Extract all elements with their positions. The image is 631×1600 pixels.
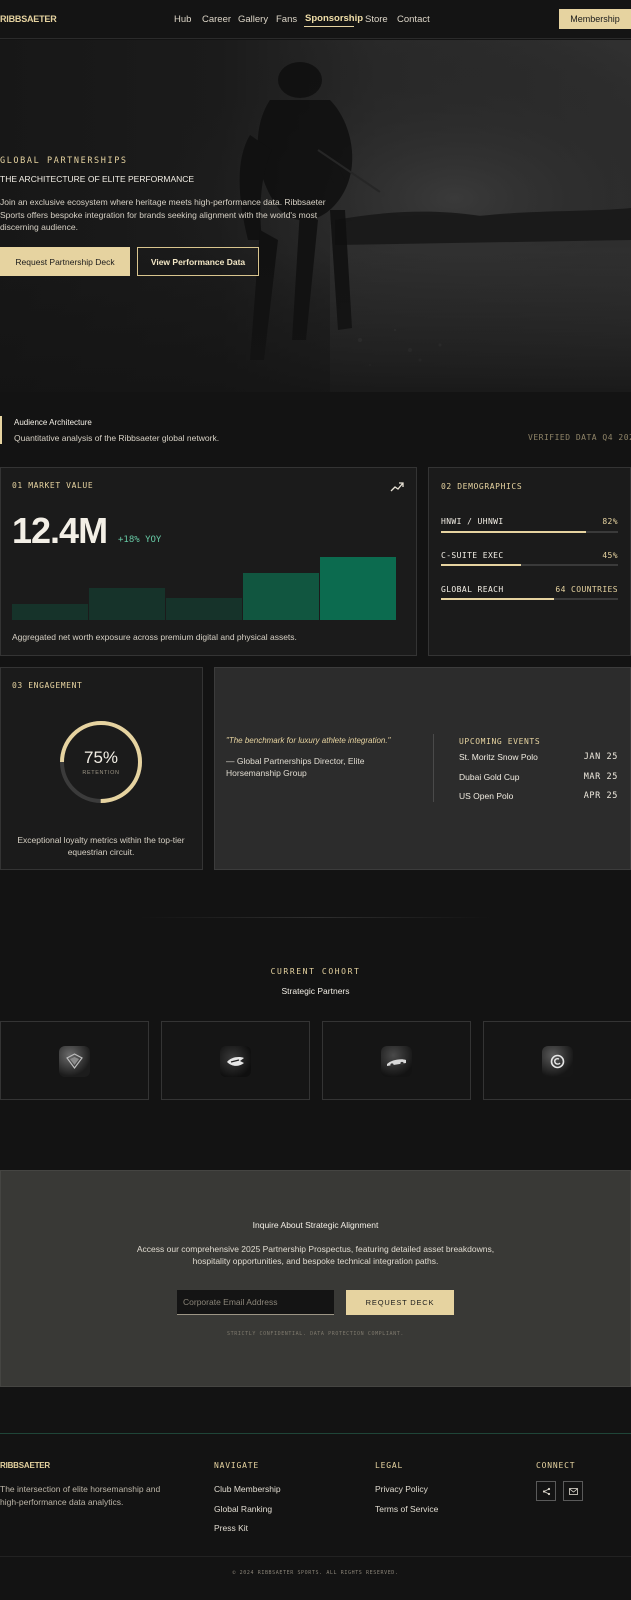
hero-title: THE ARCHITECTURE OF ELITE PERFORMANCE (0, 174, 195, 184)
retention-label: RETENTION (82, 770, 120, 776)
demo-row-label-csuite: C-SUITE EXEC (441, 551, 504, 560)
confidential-note: STRICTLY CONFIDENTIAL. DATA PROTECTION C… (227, 1331, 404, 1337)
nav-link-contact[interactable]: Contact (397, 14, 430, 25)
view-performance-data-button[interactable]: View Performance Data (137, 247, 259, 276)
footer-connect-title: CONNECT (536, 1461, 576, 1470)
hero-text: Join an exclusive ecosystem where herita… (0, 197, 326, 232)
top-nav: RIBBSAETER Hub Career Gallery Fans Spons… (0, 0, 631, 39)
footer-bottom-divider (0, 1556, 631, 1557)
audience-accent-bar (0, 416, 2, 444)
wing-logo-icon (220, 1046, 251, 1077)
market-value-bar (89, 588, 165, 620)
partner-card-1[interactable] (0, 1021, 149, 1100)
demo-row-value-csuite: 45% (602, 551, 618, 560)
footer-brand[interactable]: RIBBSAETER (0, 1461, 50, 1470)
demo-row-value-hnwi: 82% (602, 517, 618, 526)
demo-bar-csuite (441, 564, 618, 566)
demographics-card (428, 467, 631, 656)
shield-logo-icon (59, 1046, 90, 1077)
audience-subtitle: Quantitative analysis of the Ribbsaeter … (14, 433, 220, 443)
market-value-bar (166, 598, 242, 620)
partner-card-2[interactable] (161, 1021, 310, 1100)
quote-divider (433, 734, 434, 802)
trending-up-icon (390, 482, 404, 492)
footer-link-privacy-policy[interactable]: Privacy Policy (375, 1484, 428, 1494)
market-value-bar (320, 557, 396, 620)
demo-bar-fill-reach (441, 598, 555, 600)
event-date: JAN 25 (583, 752, 618, 762)
mail-icon[interactable] (563, 1481, 583, 1501)
request-deck-button[interactable]: REQUEST DECK (346, 1290, 454, 1315)
event-name: Dubai Gold Cup (459, 772, 520, 782)
section-divider (140, 917, 490, 918)
demo-bar-reach (441, 598, 618, 600)
footer-link-press-kit[interactable]: Press Kit (214, 1523, 248, 1533)
event-date: APR 25 (583, 791, 618, 801)
market-value-change: +18% YOY (118, 535, 162, 545)
footer-link-global-ranking[interactable]: Global Ranking (214, 1504, 272, 1514)
nav-link-hub[interactable]: Hub (174, 14, 191, 25)
engagement-label: 03 ENGAGEMENT (12, 681, 83, 690)
inquire-section (0, 1170, 631, 1387)
copyright: © 2024 RIBBSAETER SPORTS. ALL RIGHTS RES… (232, 1570, 399, 1576)
demo-bar-hnwi (441, 531, 618, 533)
market-value-bar (243, 573, 319, 620)
cohort-eyebrow: CURRENT COHORT (270, 967, 361, 976)
cohort-title: Strategic Partners (281, 986, 350, 996)
partner-card-4[interactable] (483, 1021, 631, 1100)
membership-button[interactable]: Membership (559, 9, 631, 29)
request-partnership-deck-button[interactable]: Request Partnership Deck (0, 247, 130, 276)
share-icon[interactable] (536, 1481, 556, 1501)
footer-link-terms-of-service[interactable]: Terms of Service (375, 1504, 438, 1514)
inquire-title: Inquire About Strategic Alignment (252, 1220, 379, 1230)
partner-card-3[interactable] (322, 1021, 471, 1100)
demo-bar-fill-hnwi (441, 531, 587, 533)
car-logo-icon (381, 1046, 412, 1077)
nav-link-gallery[interactable]: Gallery (238, 14, 268, 25)
nav-active-underline (304, 26, 354, 27)
nav-link-sponsorship[interactable]: Sponsorship (305, 13, 363, 24)
demographics-label: 02 DEMOGRAPHICS (441, 482, 523, 491)
market-value-description: Aggregated net worth exposure across pre… (12, 632, 297, 642)
testimonial-quote: "The benchmark for luxury athlete integr… (226, 736, 391, 745)
upcoming-events-title: UPCOMING EVENTS (459, 737, 541, 746)
footer-tagline: The intersection of elite horsemanship a… (0, 1484, 161, 1507)
nav-link-store[interactable]: Store (365, 14, 388, 25)
event-name: St. Moritz Snow Polo (459, 752, 538, 762)
footer-legal-title: LEGAL (375, 1461, 404, 1470)
testimonial-author: — Global Partnerships Director, Elite Ho… (226, 756, 365, 778)
demo-row-label-hnwi: HNWI / UHNWI (441, 517, 504, 526)
corporate-email-input[interactable] (177, 1290, 334, 1315)
brand-logo[interactable]: RIBBSAETER (0, 14, 57, 24)
market-value-amount: 12.4M (12, 510, 108, 551)
inquire-text: Access our comprehensive 2025 Partnershi… (136, 1244, 495, 1266)
event-date: MAR 25 (583, 772, 618, 782)
circle-logo-icon (542, 1046, 573, 1077)
nav-link-fans[interactable]: Fans (276, 14, 297, 25)
demo-row-label-reach: GLOBAL REACH (441, 585, 504, 594)
footer-link-club-membership[interactable]: Club Membership (214, 1484, 281, 1494)
nav-link-career[interactable]: Career (202, 14, 231, 25)
demo-bar-fill-csuite (441, 564, 521, 566)
market-value-bar (12, 604, 88, 620)
audience-title: Audience Architecture (14, 418, 92, 427)
market-value-label: 01 MARKET VALUE (12, 481, 94, 490)
footer-navigate-title: NAVIGATE (214, 1461, 259, 1470)
event-name: US Open Polo (459, 791, 514, 801)
retention-value: 75% (83, 748, 119, 767)
footer-divider (0, 1433, 631, 1434)
engagement-description: Exceptional loyalty metrics within the t… (17, 835, 185, 857)
verified-data-label: VERIFIED DATA Q4 2024 (528, 433, 631, 442)
demo-row-value-reach: 64 COUNTRIES (555, 585, 618, 594)
hero-eyebrow: GLOBAL PARTNERSHIPS (0, 156, 128, 166)
